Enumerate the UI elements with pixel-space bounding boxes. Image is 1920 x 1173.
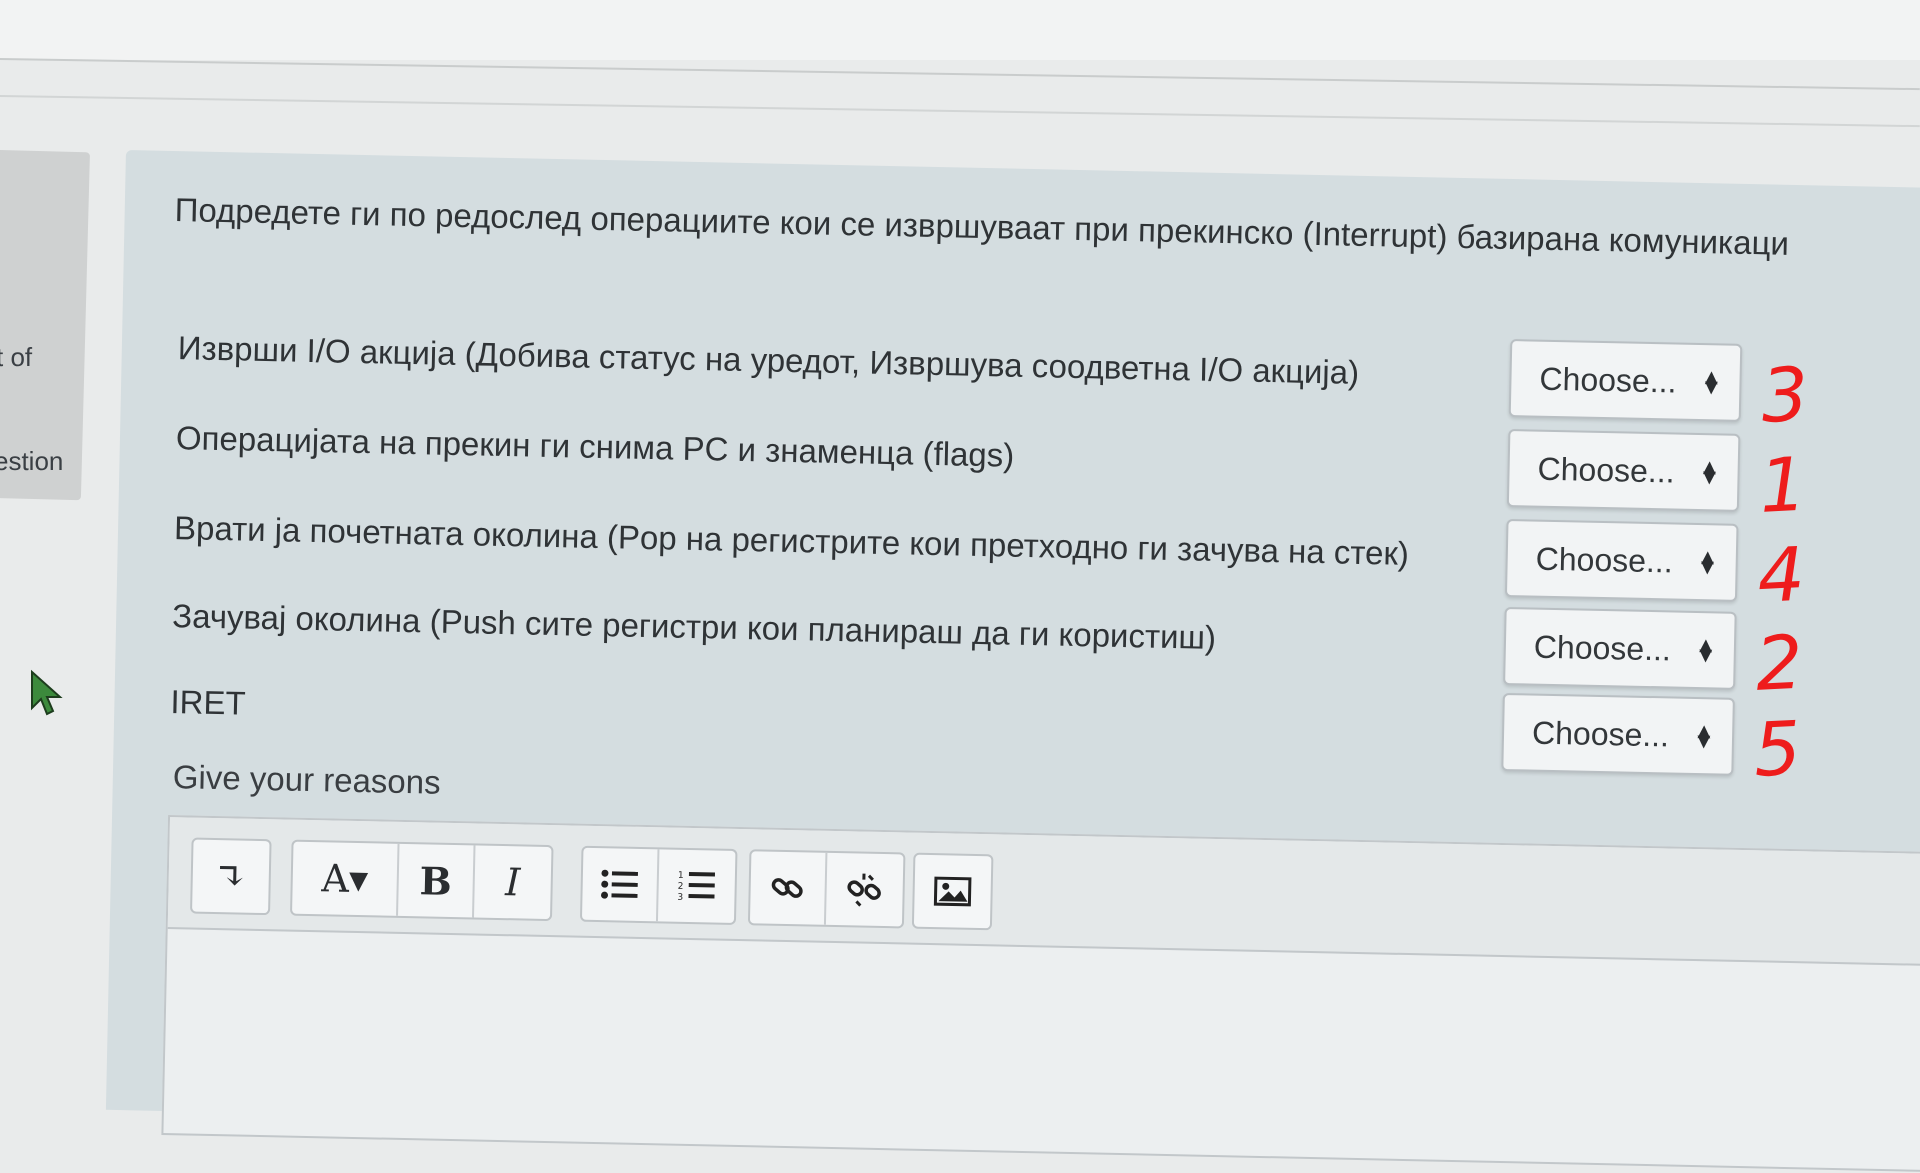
handwritten-number: 5 (1752, 706, 1803, 794)
question-card: Подредете ги по редослед операциите кои … (106, 150, 1920, 1148)
choose-select[interactable]: Choose... ▲▼ (1509, 339, 1743, 422)
divider-line (0, 58, 1920, 90)
toolbar-group: 1 2 3 (580, 846, 738, 925)
insert-image-button[interactable] (914, 855, 991, 929)
handwritten-number: 1 (1757, 442, 1808, 530)
font-color-button[interactable]: A▾ (292, 842, 399, 916)
match-stem: Изврши I/O акција (Добива статус на уред… (177, 329, 1359, 392)
sort-arrows-icon: ▲▼ (1696, 552, 1718, 572)
select-value: Choose... (1539, 360, 1677, 400)
select-value: Choose... (1534, 628, 1672, 668)
match-stem: IRET (170, 683, 246, 723)
nav-partial-text: t of (0, 342, 32, 373)
link-button[interactable] (750, 851, 827, 925)
handwritten-number: 4 (1755, 532, 1806, 620)
match-stem: Операцијата на прекин ги снима PC и знам… (176, 419, 1015, 475)
sort-arrows-icon: ▲▼ (1693, 726, 1715, 746)
handwritten-number: 3 (1759, 352, 1810, 440)
svg-text:3: 3 (677, 893, 683, 903)
match-stem: Зачувај околина (Push сите регистри кои … (172, 597, 1217, 657)
numbered-list-icon: 1 2 3 (677, 869, 716, 904)
question-text: Подредете ги по редослед операциите кои … (174, 191, 1789, 263)
sort-arrows-icon: ▲▼ (1700, 372, 1722, 392)
choose-select[interactable]: Choose... ▲▼ (1507, 429, 1741, 512)
select-value: Choose... (1537, 450, 1675, 490)
image-icon (933, 876, 972, 907)
handwritten-number: 2 (1754, 620, 1805, 708)
browser-top-area (0, 0, 1920, 60)
divider-line (0, 95, 1920, 127)
toolbar-group: A▾ B I (290, 840, 554, 921)
unlink-icon (846, 871, 883, 908)
bullet-list-icon (600, 868, 639, 901)
sort-arrows-icon: ▲▼ (1695, 640, 1717, 660)
link-icon (769, 870, 806, 907)
toolbar-group: ↴ (190, 838, 272, 916)
match-stem: Врати ја почетната околина (Pop на регис… (174, 509, 1410, 573)
choose-select[interactable]: Choose... ▲▼ (1501, 693, 1735, 776)
svg-text:1: 1 (678, 871, 684, 881)
reasons-label: Give your reasons (172, 758, 441, 802)
choose-select[interactable]: Choose... ▲▼ (1505, 519, 1739, 602)
unlink-button[interactable] (826, 853, 903, 927)
ordered-list-button[interactable]: 1 2 3 (658, 849, 735, 923)
toolbar-toggle-button[interactable]: ↴ (192, 840, 269, 914)
select-value: Choose... (1535, 540, 1673, 580)
toolbar-group (912, 853, 994, 931)
editor-toolbar: ↴ A▾ B I 1 2 (168, 817, 1920, 967)
italic-button[interactable]: I (474, 845, 551, 919)
svg-text:2: 2 (678, 882, 684, 892)
toolbar-group (748, 849, 906, 928)
select-value: Choose... (1532, 714, 1670, 754)
nav-partial-text: estion (0, 446, 63, 477)
unordered-list-button[interactable] (582, 848, 659, 922)
mouse-cursor-icon (28, 668, 68, 720)
sort-arrows-icon: ▲▼ (1698, 462, 1720, 482)
bold-button[interactable]: B (398, 844, 475, 918)
choose-select[interactable]: Choose... ▲▼ (1503, 607, 1737, 690)
reasons-editor[interactable]: ↴ A▾ B I 1 2 (161, 815, 1920, 1173)
